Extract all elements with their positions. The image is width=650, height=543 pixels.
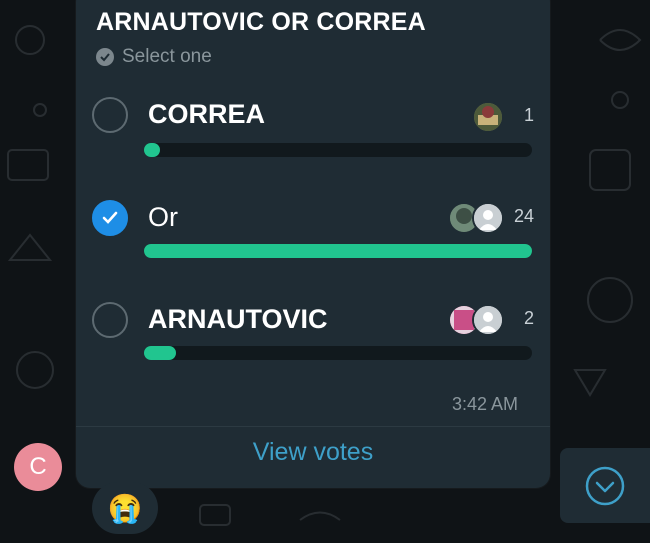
voter-avatars <box>448 304 504 336</box>
select-hint-text: Select one <box>122 46 212 67</box>
select-hint: Select one <box>96 46 212 68</box>
vote-count: 2 <box>523 308 534 328</box>
reaction-badge[interactable]: 😭 <box>92 482 158 534</box>
vote-bar <box>144 244 532 258</box>
radio-unchecked[interactable] <box>92 302 128 338</box>
vote-count: 24 <box>513 206 534 226</box>
radio-unchecked[interactable] <box>92 97 128 133</box>
voter-avatar <box>472 101 504 133</box>
poll-option-arnautovic[interactable]: ARNAUTOVIC 2 <box>92 302 534 364</box>
vote-bar-fill <box>144 346 176 360</box>
voter-avatars <box>472 101 504 133</box>
vote-bar-fill <box>144 244 532 258</box>
sender-avatar[interactable]: C <box>14 443 62 491</box>
default-avatar-icon <box>472 202 504 234</box>
vote-bar-fill <box>144 143 160 157</box>
radio-checked[interactable] <box>92 200 128 236</box>
option-label: ARNAUTOVIC <box>148 304 328 334</box>
vote-bar <box>144 143 532 157</box>
poll-option-correa[interactable]: CORREA 1 <box>92 97 534 159</box>
default-avatar-icon <box>472 304 504 336</box>
vote-bar <box>144 346 532 360</box>
checkmark-icon <box>102 211 118 224</box>
poll-title: ARNAUTOVIC OR CORREA <box>96 8 426 36</box>
divider <box>76 426 550 427</box>
vote-count: 1 <box>523 105 534 125</box>
voter-avatars <box>448 202 504 234</box>
poll-option-or[interactable]: Or 24 <box>92 200 534 262</box>
scroll-to-bottom-button[interactable] <box>560 448 650 523</box>
option-label: CORREA <box>148 99 266 129</box>
message-timestamp: 3:42 AM <box>452 394 519 414</box>
chevron-down-circle-icon <box>585 466 625 505</box>
option-label: Or <box>148 202 178 232</box>
view-votes-button[interactable]: View votes <box>76 438 550 467</box>
check-circle-icon <box>96 48 114 66</box>
